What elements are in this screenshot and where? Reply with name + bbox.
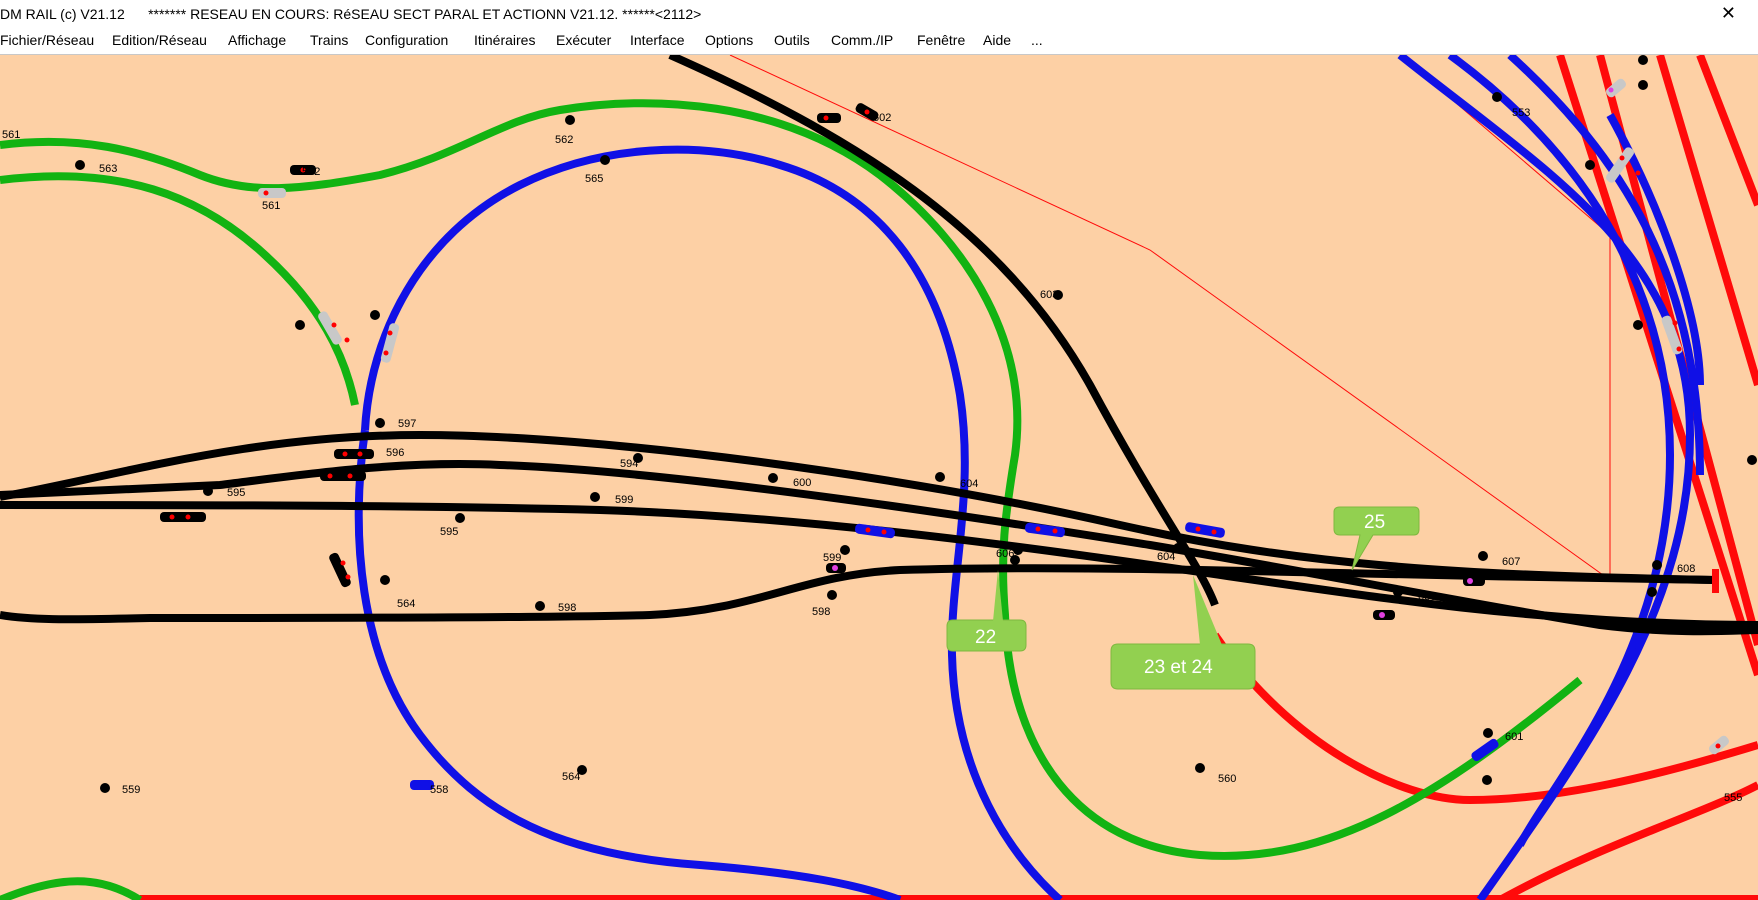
menu-options[interactable]: Options [705,32,753,48]
menu-edition-reseau[interactable]: Edition/Réseau [112,32,207,48]
track-label: 558 [430,784,448,796]
blue-tracks [354,55,1704,900]
track-label: 563 [99,163,117,175]
track-label: 562 [555,134,573,146]
menu-fichier-reseau[interactable]: Fichier/Réseau [0,32,94,48]
track-label: 594 [620,458,638,470]
track-label: 561 [2,129,20,141]
menu-outils[interactable]: Outils [774,32,810,48]
track-label: 598 [812,606,830,618]
close-icon[interactable]: ✕ [1721,3,1736,24]
track-label: 602 [873,112,891,124]
track-label: 564 [562,771,580,783]
menu-itineraires[interactable]: Itinéraires [474,32,535,48]
track-label: 605 [1418,591,1436,603]
track-label: 564 [397,598,415,610]
menu-interface[interactable]: Interface [630,32,684,48]
track-label: 553 [1512,107,1530,119]
callout-label: 25 [1364,512,1385,533]
menu-affichage[interactable]: Affichage [228,32,286,48]
track-label: 560 [1218,773,1236,785]
menu-more[interactable]: ... [1031,32,1043,48]
track-label: 601 [1505,731,1523,743]
track-label: 608 [1677,563,1695,575]
track-label: 596 [386,447,404,459]
track-layout: 561 563 562 561 562 565 602 603 553 597 … [0,55,1758,900]
track-label: 603 [1040,289,1058,301]
menu-trains[interactable]: Trains [310,32,348,48]
track-label: 604 [960,478,978,490]
track-label: 606 [996,548,1014,560]
track-label: 600 [793,477,811,489]
window-title: DM RAIL (c) V21.12 ******* RESEAU EN COU… [0,6,702,22]
menu-configuration[interactable]: Configuration [365,32,448,48]
menu-comm-ip[interactable]: Comm./IP [831,32,893,48]
track-label: 607 [1502,556,1520,568]
track-label: 559 [122,784,140,796]
menu-aide[interactable]: Aide [983,32,1011,48]
track-label: 555 [1724,792,1742,804]
menu-executer[interactable]: Exécuter [556,32,611,48]
track-label: 595 [227,487,245,499]
title-bar: DM RAIL (c) V21.12 ******* RESEAU EN COU… [0,0,1758,28]
menu-bar: Fichier/Réseau Edition/Réseau Affichage … [0,28,1758,55]
red-tracks [140,55,1758,900]
track-label: 599 [615,494,633,506]
track-label: 595 [440,526,458,538]
track-label: 565 [585,173,603,185]
callout-label: 22 [975,627,996,648]
track-label: 599 [823,552,841,564]
track-label: 604 [1157,551,1175,563]
track-label: 597 [398,418,416,430]
menu-fenetre[interactable]: Fenêtre [917,32,965,48]
track-label: 561 [262,200,280,212]
buffer-stop [1712,569,1719,593]
track-label: 562 [302,166,320,178]
callout-23-et-24: 23 et 24 [1110,575,1256,690]
layout-canvas[interactable]: 561 563 562 561 562 565 602 603 553 597 … [0,55,1758,900]
callout-label: 23 et 24 [1144,657,1213,678]
black-tracks [0,55,1758,636]
signals[interactable] [75,55,1757,793]
track-label: 598 [558,602,576,614]
